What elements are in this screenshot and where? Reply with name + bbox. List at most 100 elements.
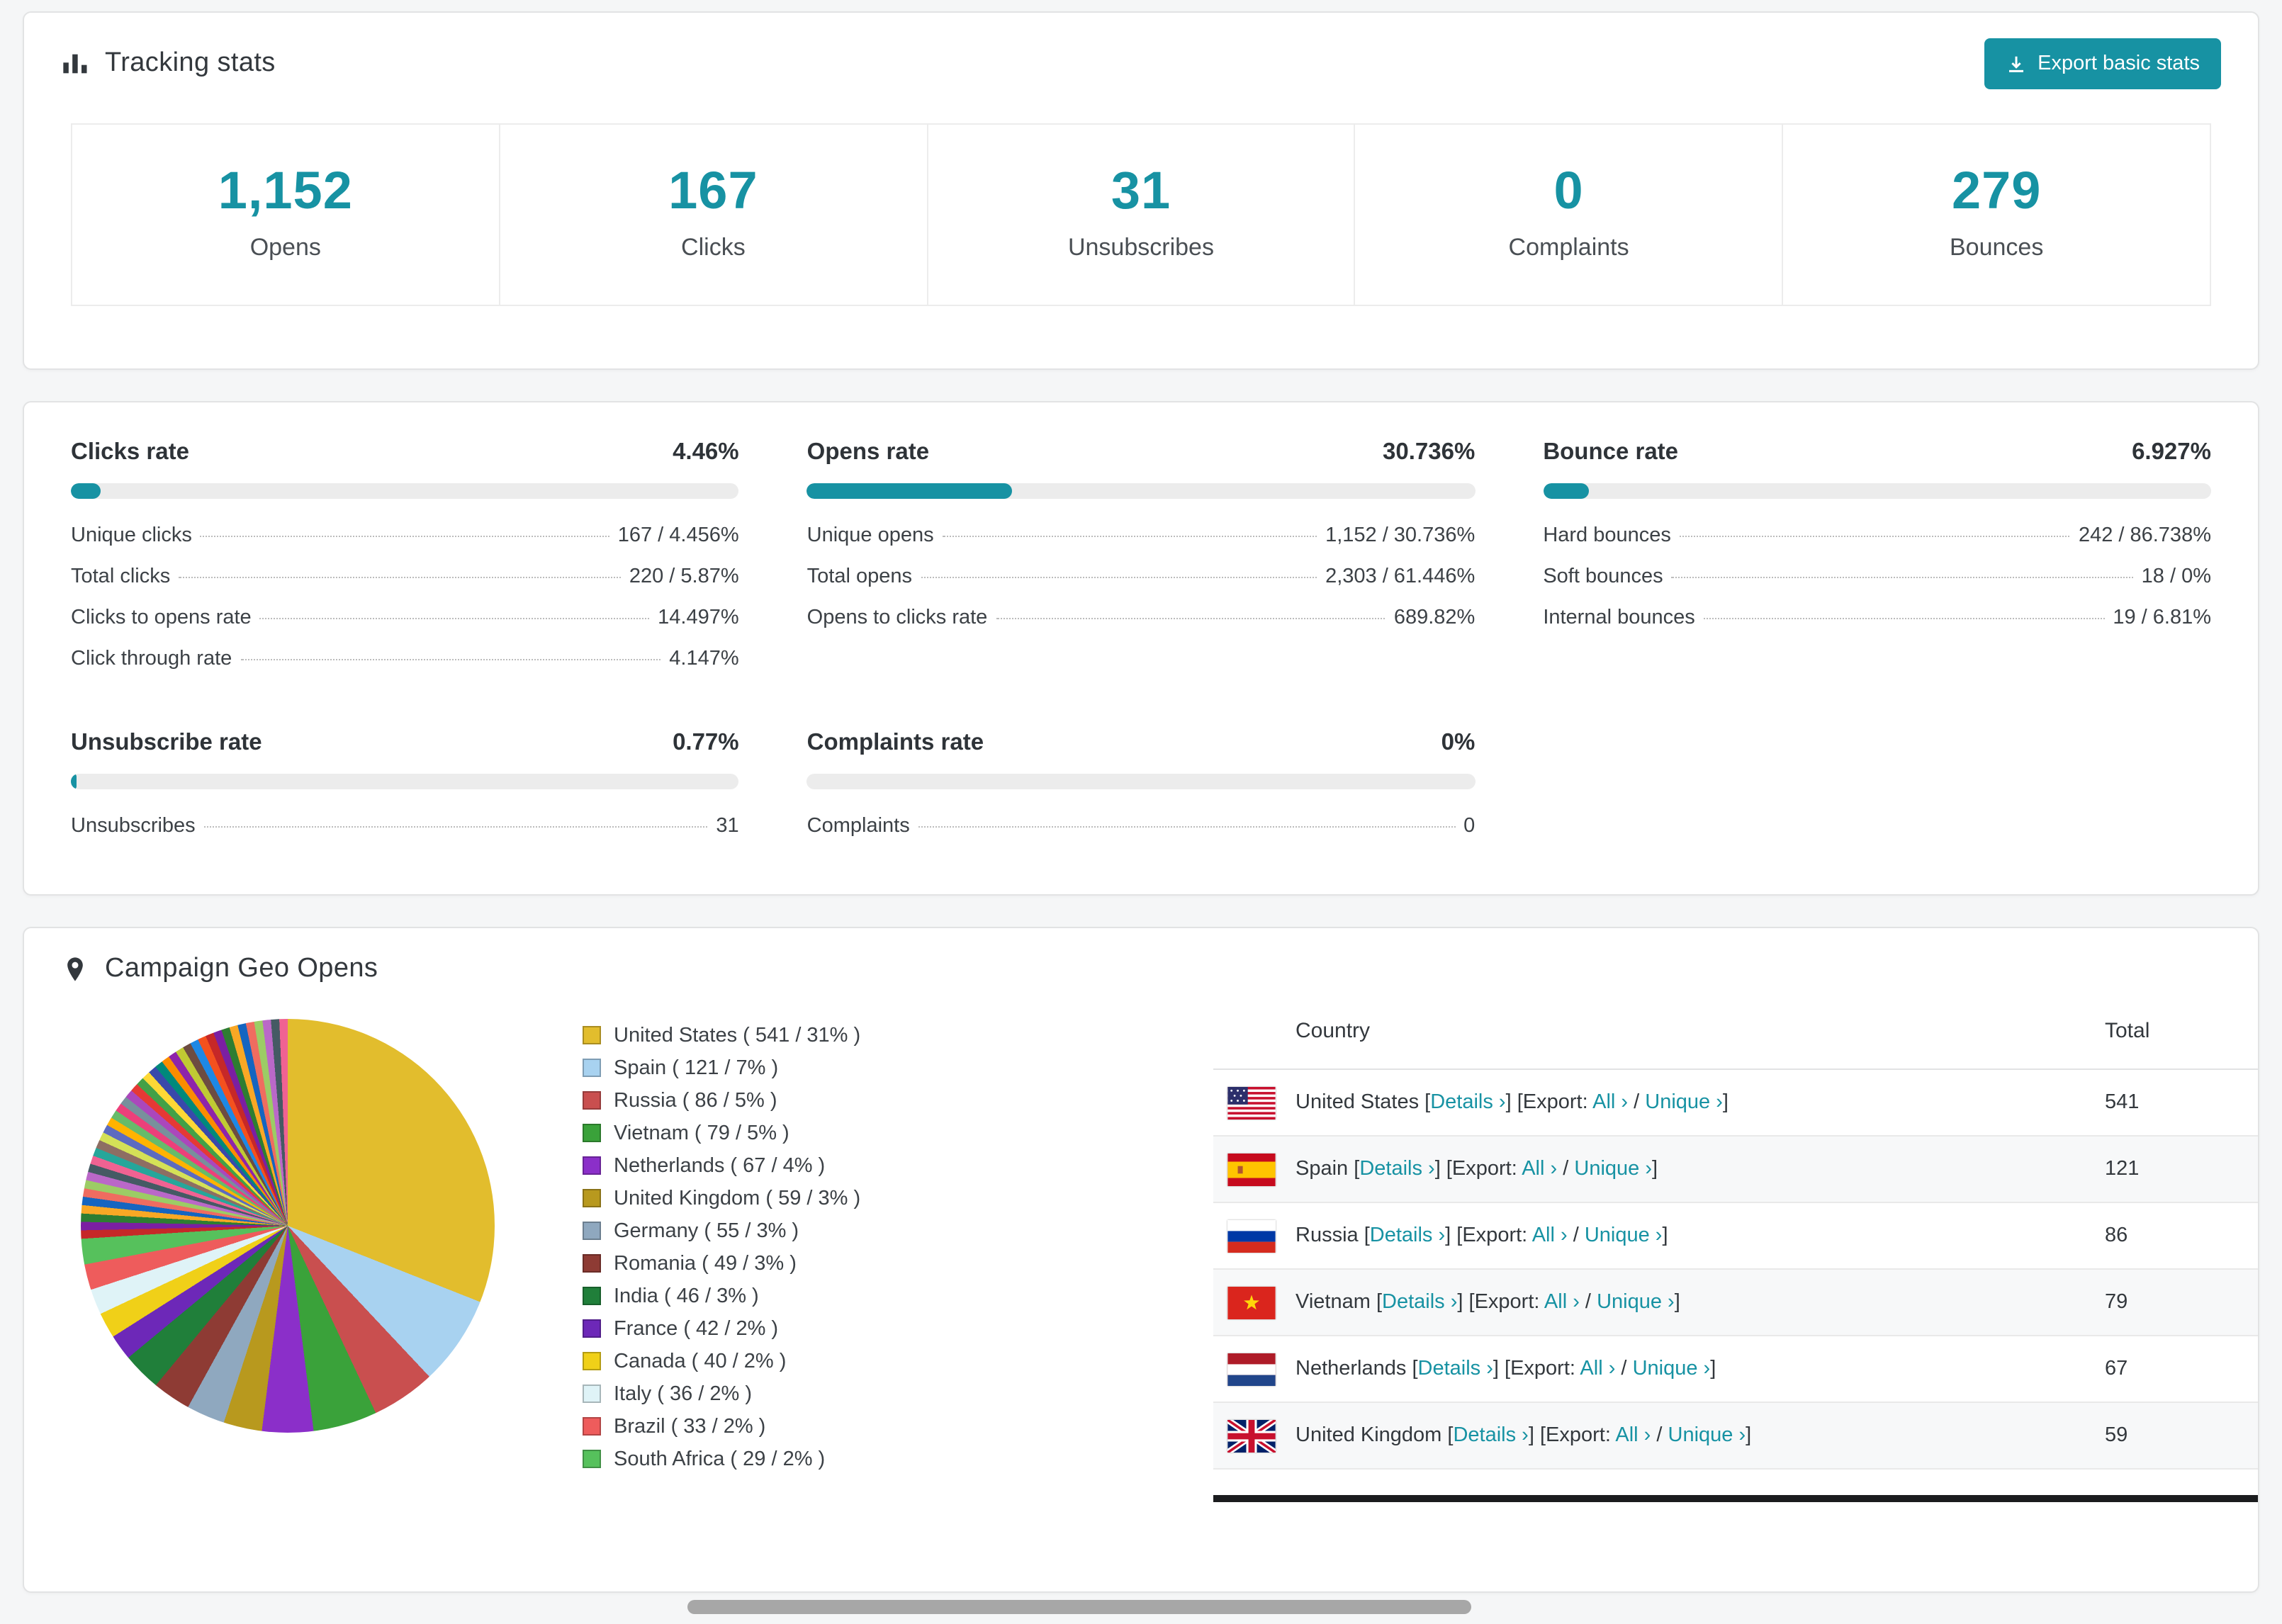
- legend-label: Canada ( 40 / 2% ): [614, 1350, 787, 1372]
- export-label: Export:: [1522, 1091, 1593, 1114]
- separator: /: [1628, 1091, 1646, 1114]
- dotted-leader: [942, 535, 1317, 536]
- bracket: [: [1424, 1091, 1431, 1114]
- country-name: Vietnam: [1295, 1291, 1376, 1314]
- ru-flag-icon: [1227, 1219, 1276, 1252]
- legend-item[interactable]: India ( 46 / 3% ): [583, 1280, 860, 1312]
- separator: /: [1651, 1424, 1668, 1447]
- export-unique-link[interactable]: Unique ›: [1633, 1358, 1711, 1380]
- details-link[interactable]: Details ›: [1382, 1291, 1457, 1314]
- export-unique-link[interactable]: Unique ›: [1645, 1091, 1723, 1114]
- legend-item[interactable]: France ( 42 / 2% ): [583, 1312, 860, 1345]
- details-link[interactable]: Details ›: [1453, 1424, 1528, 1447]
- separator: /: [1567, 1224, 1585, 1247]
- geo-pie-chart[interactable]: [81, 1019, 495, 1433]
- export-unique-link[interactable]: Unique ›: [1597, 1291, 1675, 1314]
- bracket: ]: [1722, 1091, 1729, 1114]
- legend-swatch: [583, 1156, 601, 1175]
- details-link[interactable]: Details ›: [1359, 1158, 1434, 1180]
- country-name: Netherlands: [1295, 1358, 1412, 1380]
- export-all-link[interactable]: All ›: [1592, 1091, 1628, 1114]
- bracket: ]: [1674, 1291, 1680, 1314]
- separator: /: [1615, 1358, 1633, 1380]
- progress-bar-track: [1543, 483, 2211, 499]
- legend-item[interactable]: South Africa ( 29 / 2% ): [583, 1443, 860, 1475]
- rate-detail-label: Unique opens: [806, 524, 934, 546]
- geo-table-row: Russia [Details ›] [Export: All › / Uniq…: [1213, 1203, 2258, 1270]
- legend-item[interactable]: Italy ( 36 / 2% ): [583, 1377, 860, 1410]
- legend-item[interactable]: Romania ( 49 / 3% ): [583, 1247, 860, 1280]
- stat-label: Bounces: [1950, 234, 2044, 261]
- total-cell: 121: [2105, 1158, 2140, 1180]
- export-unique-link[interactable]: Unique ›: [1668, 1424, 1746, 1447]
- export-unique-link[interactable]: Unique ›: [1574, 1158, 1652, 1180]
- dotted-leader: [179, 576, 621, 577]
- legend-swatch: [583, 1124, 601, 1142]
- rate-detail-value: 4.147%: [669, 647, 739, 670]
- rate-percent-value: 0%: [1441, 730, 1476, 755]
- legend-swatch: [583, 1417, 601, 1436]
- progress-bar-fill: [71, 774, 77, 789]
- details-link[interactable]: Details ›: [1370, 1224, 1445, 1247]
- bracket: ]: [1746, 1424, 1752, 1447]
- legend-label: Germany ( 55 / 3% ): [614, 1219, 799, 1242]
- column-header-total: Total: [2105, 1019, 2150, 1043]
- rate-detail-value: 19 / 6.81%: [2113, 606, 2211, 628]
- export-all-link[interactable]: All ›: [1615, 1424, 1651, 1447]
- legend-item[interactable]: Canada ( 40 / 2% ): [583, 1345, 860, 1377]
- legend-item[interactable]: Germany ( 55 / 3% ): [583, 1214, 860, 1247]
- export-all-link[interactable]: All ›: [1522, 1158, 1557, 1180]
- legend-item[interactable]: Vietnam ( 79 / 5% ): [583, 1117, 860, 1149]
- rate-detail-label: Complaints: [806, 814, 910, 837]
- export-basic-stats-button[interactable]: Export basic stats: [1984, 38, 2221, 89]
- bracket: ]: [1662, 1224, 1668, 1247]
- geo-table-row: United Kingdom [Details ›] [Export: All …: [1213, 1403, 2258, 1470]
- legend-label: South Africa ( 29 / 2% ): [614, 1448, 826, 1470]
- country-cell: Vietnam [Details ›] [Export: All › / Uni…: [1295, 1291, 2105, 1314]
- dotted-leader: [921, 576, 1317, 577]
- horizontal-scrollbar-thumb[interactable]: [687, 1600, 1471, 1614]
- export-all-link[interactable]: All ›: [1544, 1291, 1580, 1314]
- stat-value: 167: [668, 162, 758, 220]
- legend-swatch: [583, 1091, 601, 1110]
- export-all-link[interactable]: All ›: [1580, 1358, 1615, 1380]
- country-name: United Kingdom: [1295, 1424, 1448, 1447]
- legend-label: Romania ( 49 / 3% ): [614, 1252, 797, 1275]
- details-link[interactable]: Details ›: [1418, 1358, 1493, 1380]
- export-label: Export:: [1474, 1291, 1544, 1314]
- legend-item[interactable]: Russia ( 86 / 5% ): [583, 1084, 860, 1117]
- tracking-stats-header: Tracking stats Export basic stats: [24, 13, 2258, 109]
- legend-item[interactable]: United Kingdom ( 59 / 3% ): [583, 1182, 860, 1214]
- total-cell: 67: [2105, 1358, 2128, 1380]
- rate-title: Complaints rate: [806, 730, 984, 755]
- total-cell: 541: [2105, 1091, 2140, 1114]
- export-all-link[interactable]: All ›: [1532, 1224, 1568, 1247]
- rate-detail-label: Unique clicks: [71, 524, 192, 546]
- stat-label: Unsubscribes: [1067, 234, 1214, 261]
- bracket: ] [: [1457, 1291, 1475, 1314]
- legend-item[interactable]: Netherlands ( 67 / 4% ): [583, 1149, 860, 1182]
- geo-table-rows: United States [Details ›] [Export: All ›…: [1213, 1070, 2258, 1470]
- rate-detail-value: 31: [716, 814, 739, 837]
- progress-bar-fill: [806, 483, 1013, 499]
- us-flag-icon: [1227, 1086, 1276, 1119]
- legend-item[interactable]: Spain ( 121 / 7% ): [583, 1051, 860, 1084]
- legend-item[interactable]: United States ( 541 / 31% ): [583, 1019, 860, 1051]
- legend-item[interactable]: Brazil ( 33 / 2% ): [583, 1410, 860, 1443]
- dotted-leader: [1671, 576, 2133, 577]
- country-cell: United States [Details ›] [Export: All ›…: [1295, 1091, 2105, 1114]
- stat-card: 167 Clicks: [498, 123, 928, 306]
- legend-label: France ( 42 / 2% ): [614, 1317, 779, 1340]
- export-basic-stats-label: Export basic stats: [2038, 52, 2200, 75]
- details-link[interactable]: Details ›: [1430, 1091, 1505, 1114]
- rate-detail-label: Opens to clicks rate: [806, 606, 988, 628]
- geo-legend: United States ( 541 / 31% ) Spain ( 121 …: [583, 1019, 860, 1475]
- rate-detail-label: Total opens: [806, 565, 912, 587]
- gb-flag-icon: [1227, 1419, 1276, 1452]
- page: Tracking stats Export basic stats 1,152 …: [0, 0, 2282, 1624]
- progress-bar-track: [806, 774, 1476, 789]
- legend-swatch: [583, 1026, 601, 1044]
- stat-value: 279: [1951, 162, 2042, 220]
- export-unique-link[interactable]: Unique ›: [1585, 1224, 1663, 1247]
- panel-title-geo-opens: Campaign Geo Opens: [105, 954, 378, 983]
